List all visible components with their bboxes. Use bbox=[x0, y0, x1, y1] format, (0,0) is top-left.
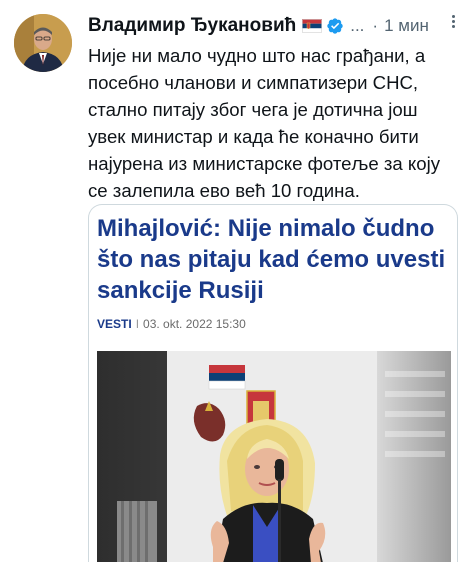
article-meta: VESTI I 03. okt. 2022 15:30 bbox=[97, 317, 246, 331]
verified-badge-icon bbox=[326, 17, 344, 35]
author-avatar[interactable] bbox=[14, 14, 72, 72]
more-options-icon[interactable] bbox=[450, 14, 456, 32]
tweet-header: Владимир Ђукановић ... · 1 мин bbox=[88, 12, 460, 40]
author-handle[interactable]: ... bbox=[350, 16, 364, 36]
serbian-flag-icon bbox=[302, 19, 323, 33]
link-preview-card[interactable]: Mihajlović: Nije nimalo čudno što nas pi… bbox=[88, 204, 458, 562]
tweet-text: Није ни мало чудно што нас грађани, а по… bbox=[88, 45, 441, 201]
meta-separator: I bbox=[135, 317, 140, 331]
avatar-photo bbox=[14, 14, 72, 72]
author-name[interactable]: Владимир Ђукановић bbox=[88, 15, 296, 37]
article-section: VESTI bbox=[97, 317, 132, 331]
article-photo-image bbox=[97, 351, 451, 562]
article-headline[interactable]: Mihajlović: Nije nimalo čudno što nas pi… bbox=[97, 213, 449, 306]
article-photo[interactable] bbox=[97, 351, 451, 562]
tweet-timestamp[interactable]: 1 мин bbox=[384, 16, 429, 36]
article-date: 03. okt. 2022 15:30 bbox=[143, 317, 246, 331]
header-separator: · bbox=[372, 16, 379, 35]
